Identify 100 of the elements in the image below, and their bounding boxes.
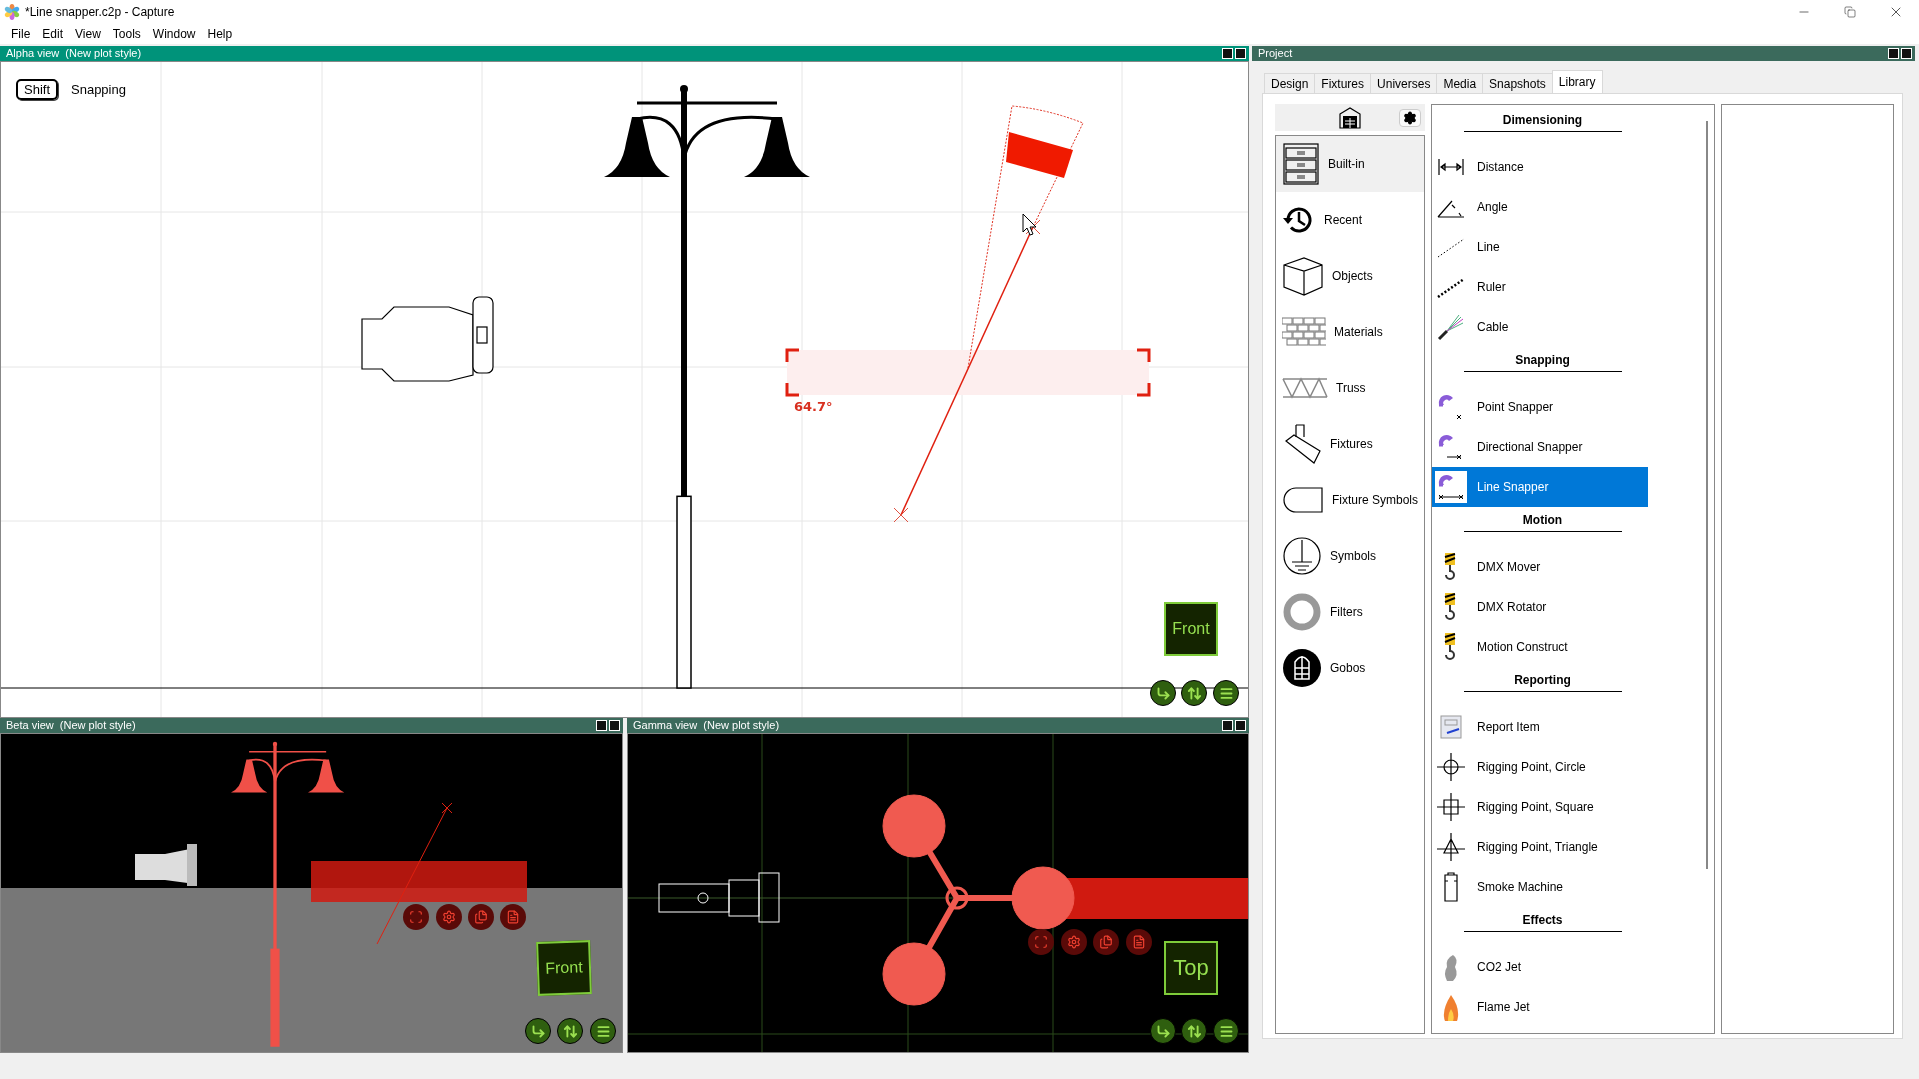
angle-readout: 64.7° (794, 399, 833, 414)
gear-icon (1403, 111, 1417, 125)
category-label: Recent (1324, 213, 1363, 227)
library-item[interactable]: Cable (1432, 307, 1648, 347)
library-item[interactable]: Rigging Point, Square (1432, 787, 1648, 827)
library-item[interactable]: DMX Mover (1432, 547, 1648, 587)
library-item[interactable]: Line Snapper (1432, 467, 1648, 507)
warehouse-icon (1338, 105, 1362, 130)
rotate-button[interactable] (1150, 1018, 1176, 1044)
section-heading: Motion (1463, 507, 1622, 532)
menu-icon (595, 1023, 611, 1039)
menu-icon (1218, 685, 1234, 701)
float-button[interactable] (1222, 720, 1233, 731)
list-button[interactable] (1126, 929, 1152, 955)
item-label: Rigging Point, Square (1477, 800, 1594, 814)
settings-icon (442, 910, 456, 924)
up-down-arrows-icon (562, 1023, 578, 1039)
library-item[interactable]: Line (1432, 227, 1648, 267)
item-label: Line (1477, 240, 1500, 254)
menu-item[interactable]: Window (147, 26, 201, 42)
item-label: Ruler (1477, 280, 1506, 294)
menu-item[interactable]: View (70, 26, 106, 42)
frame-button[interactable] (1028, 929, 1054, 955)
flip-button[interactable] (1181, 1018, 1207, 1044)
menu-item[interactable]: Help (202, 26, 238, 42)
turn-arrow-icon (1155, 685, 1171, 701)
gobo-window-icon (1282, 648, 1322, 688)
library-item[interactable]: Report Item (1432, 707, 1648, 747)
tab[interactable]: Library (1551, 70, 1603, 93)
app-logo-icon (4, 4, 20, 20)
truss-icon (1282, 375, 1328, 401)
moving-head-drawing (135, 844, 197, 886)
maximize-button[interactable] (1901, 48, 1912, 59)
item-label: Angle (1477, 200, 1508, 214)
library-item[interactable]: Rigging Point, Triangle (1432, 827, 1648, 867)
library-item[interactable]: Flame Jet (1432, 987, 1648, 1027)
float-button[interactable] (1222, 48, 1233, 59)
menu-item[interactable]: File (6, 26, 36, 42)
category-label: Materials (1334, 325, 1383, 339)
copy-icon (474, 910, 488, 924)
frame-corners-icon (409, 910, 423, 924)
drawer-cabinet-icon (1282, 142, 1320, 186)
item-label: Cable (1477, 320, 1509, 334)
maximize-button[interactable] (1235, 48, 1246, 59)
item-label: Line Snapper (1477, 480, 1549, 494)
item-label: Flame Jet (1477, 1000, 1530, 1014)
pane-title: Alpha view (New plot style) (6, 46, 143, 61)
library-item[interactable]: Point Snapper (1432, 387, 1648, 427)
ring-icon (1282, 592, 1322, 632)
library-item[interactable]: CO2 Jet (1432, 947, 1648, 987)
menu-button[interactable] (1213, 680, 1239, 706)
menu-item[interactable]: Tools (107, 26, 146, 42)
turn-arrow-icon (1155, 1023, 1171, 1039)
shift-key: Shift (16, 79, 58, 100)
settings-button[interactable] (1399, 109, 1421, 127)
pane-title: Gamma view (New plot style) (633, 718, 781, 733)
item-label: Motion Construct (1477, 640, 1568, 654)
menu-item[interactable]: Edit (37, 26, 69, 42)
rotate-button[interactable] (1150, 680, 1176, 706)
library-item[interactable]: Smoke Machine (1432, 867, 1648, 907)
library-item[interactable]: Rigging Point, Circle (1432, 747, 1648, 787)
item-label: CO2 Jet (1477, 960, 1521, 974)
item-label: Directional Snapper (1477, 440, 1583, 454)
category-label: Symbols (1330, 549, 1376, 563)
pane-title: Project (1258, 46, 1294, 61)
library-item[interactable]: Motion Construct (1432, 627, 1648, 667)
tab[interactable]: Design (1264, 73, 1316, 93)
item-label: Point Snapper (1477, 400, 1554, 414)
menu-button[interactable] (1213, 1018, 1239, 1044)
section-heading: Reporting (1463, 667, 1622, 692)
mouse-cursor-icon (1022, 213, 1037, 236)
rounded-shape-icon (1282, 486, 1324, 514)
flip-button[interactable] (1181, 680, 1207, 706)
copy-button[interactable] (1093, 929, 1119, 955)
category-label: Gobos (1330, 661, 1366, 675)
view-orientation-button[interactable]: Top (1164, 941, 1218, 995)
view-orientation-button[interactable]: Front (536, 940, 592, 996)
maximize-button[interactable] (1235, 720, 1246, 731)
brick-wall-icon (1282, 317, 1326, 347)
category-label: Built-in (1328, 157, 1365, 171)
section-heading: Snapping (1463, 347, 1622, 372)
turn-arrow-icon (530, 1023, 546, 1039)
library-item[interactable]: Ruler (1432, 267, 1648, 307)
tab[interactable]: Snapshots (1482, 73, 1553, 93)
float-button[interactable] (596, 720, 607, 731)
copy-icon (1099, 935, 1113, 949)
category-label: Fixture Symbols (1332, 493, 1419, 507)
maximize-button[interactable] (609, 720, 620, 731)
category-label: Objects (1332, 269, 1373, 283)
view-orientation-button[interactable]: Front (1164, 602, 1218, 656)
item-label: Smoke Machine (1477, 880, 1564, 894)
category-item[interactable]: Built-in (1276, 136, 1424, 192)
scrollbar-thumb[interactable] (1706, 121, 1708, 869)
document-icon (1132, 935, 1146, 949)
library-item[interactable]: Directional Snapper (1432, 427, 1648, 467)
menu-icon (1218, 1023, 1234, 1039)
library-item[interactable]: Distance (1432, 147, 1648, 187)
float-button[interactable] (1888, 48, 1899, 59)
library-item[interactable]: Angle (1432, 187, 1648, 227)
library-item[interactable]: DMX Rotator (1432, 587, 1648, 627)
